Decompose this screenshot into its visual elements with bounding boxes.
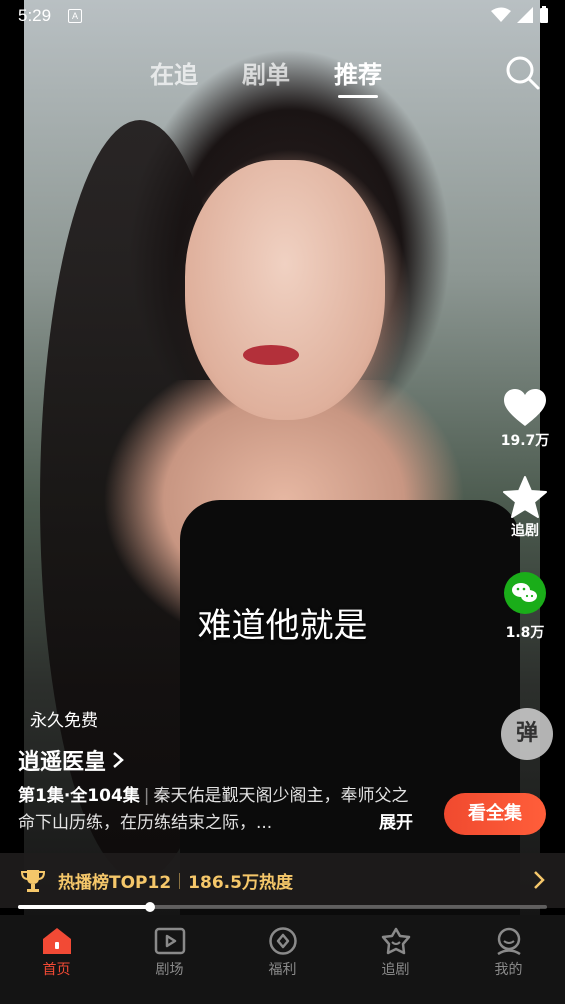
status-icons [491,6,549,24]
hot-rank-bar[interactable]: 热播榜TOP12 186.5万热度 [0,853,565,908]
drama-title: 逍遥医皇 [18,750,107,775]
chevron-right-icon [534,871,545,889]
like-count: 19.7万 [500,433,550,449]
danmu-toggle-button[interactable]: 弹 [501,708,553,760]
heat-label: 186.5万热度 [188,873,293,893]
nav-profile[interactable]: 我的 [452,915,565,1004]
side-actions: 19.7万 追剧 1.8万 [499,388,551,642]
nav-welfare[interactable]: 福利 [226,915,339,1004]
trophy-icon [20,869,46,892]
star-icon [503,476,547,518]
signal-icon [517,7,533,23]
expand-button[interactable]: 展开 [379,810,413,837]
heart-icon [503,389,546,426]
chevron-right-icon [113,752,124,768]
welfare-icon [268,927,297,955]
rank-label: 热播榜TOP12 [58,873,172,893]
nav-profile-label: 我的 [494,962,523,978]
nav-theater[interactable]: 剧场 [113,915,226,1004]
wechat-share-button[interactable]: 1.8万 [504,572,546,642]
video-frame-lips [243,345,299,365]
theater-icon [154,927,185,955]
follow-label: 追剧 [511,523,539,539]
nav-follow-label: 追剧 [381,962,410,978]
wechat-icon [504,572,546,614]
video-progress-bar[interactable] [18,902,547,912]
video-subtitle: 难道他就是 [197,606,368,646]
tab-playlists[interactable]: 剧单 [242,55,290,90]
status-time: 5:29 [18,6,52,25]
rank-divider [179,872,181,889]
status-bar: 5:29 A [0,0,565,32]
nav-follow[interactable]: 追剧 [339,915,452,1004]
top-tabs: 在追 剧单 推荐 [150,55,382,98]
video-frame-face [185,160,385,420]
like-button[interactable]: 19.7万 [500,388,550,450]
bottom-nav: 首页 剧场 福利 追剧 我的 [0,915,565,1004]
free-tag: 永久免费 [30,711,98,731]
episode-info: 第1集·全104集 [18,786,140,806]
follow-button[interactable]: 追剧 [503,476,547,540]
tab-following[interactable]: 在追 [150,55,198,90]
watch-all-button[interactable]: 看全集 [444,793,546,835]
left-letterbox [0,0,24,915]
follow-icon [381,927,410,955]
nav-home[interactable]: 首页 [0,915,113,1004]
drama-title-link[interactable]: 逍遥医皇 [18,744,124,776]
profile-icon [496,927,521,955]
video-player[interactable] [0,0,565,915]
nav-home-label: 首页 [42,962,71,978]
share-count: 1.8万 [505,625,545,641]
search-button[interactable] [505,55,541,91]
notification-a-icon: A [68,9,82,23]
progress-fill [18,905,151,909]
tab-recommend[interactable]: 推荐 [334,55,382,98]
drama-description: 第1集·全104集 | 秦天佑是觐天阁少阁主，奉师父之命下山历练，在历练结束之际，.… [18,783,418,837]
wifi-icon [491,7,511,22]
home-icon [42,928,71,954]
description-divider: | [143,786,150,806]
nav-theater-label: 剧场 [155,962,184,978]
search-icon [506,56,540,90]
battery-icon [540,6,548,23]
nav-welfare-label: 福利 [268,962,297,978]
